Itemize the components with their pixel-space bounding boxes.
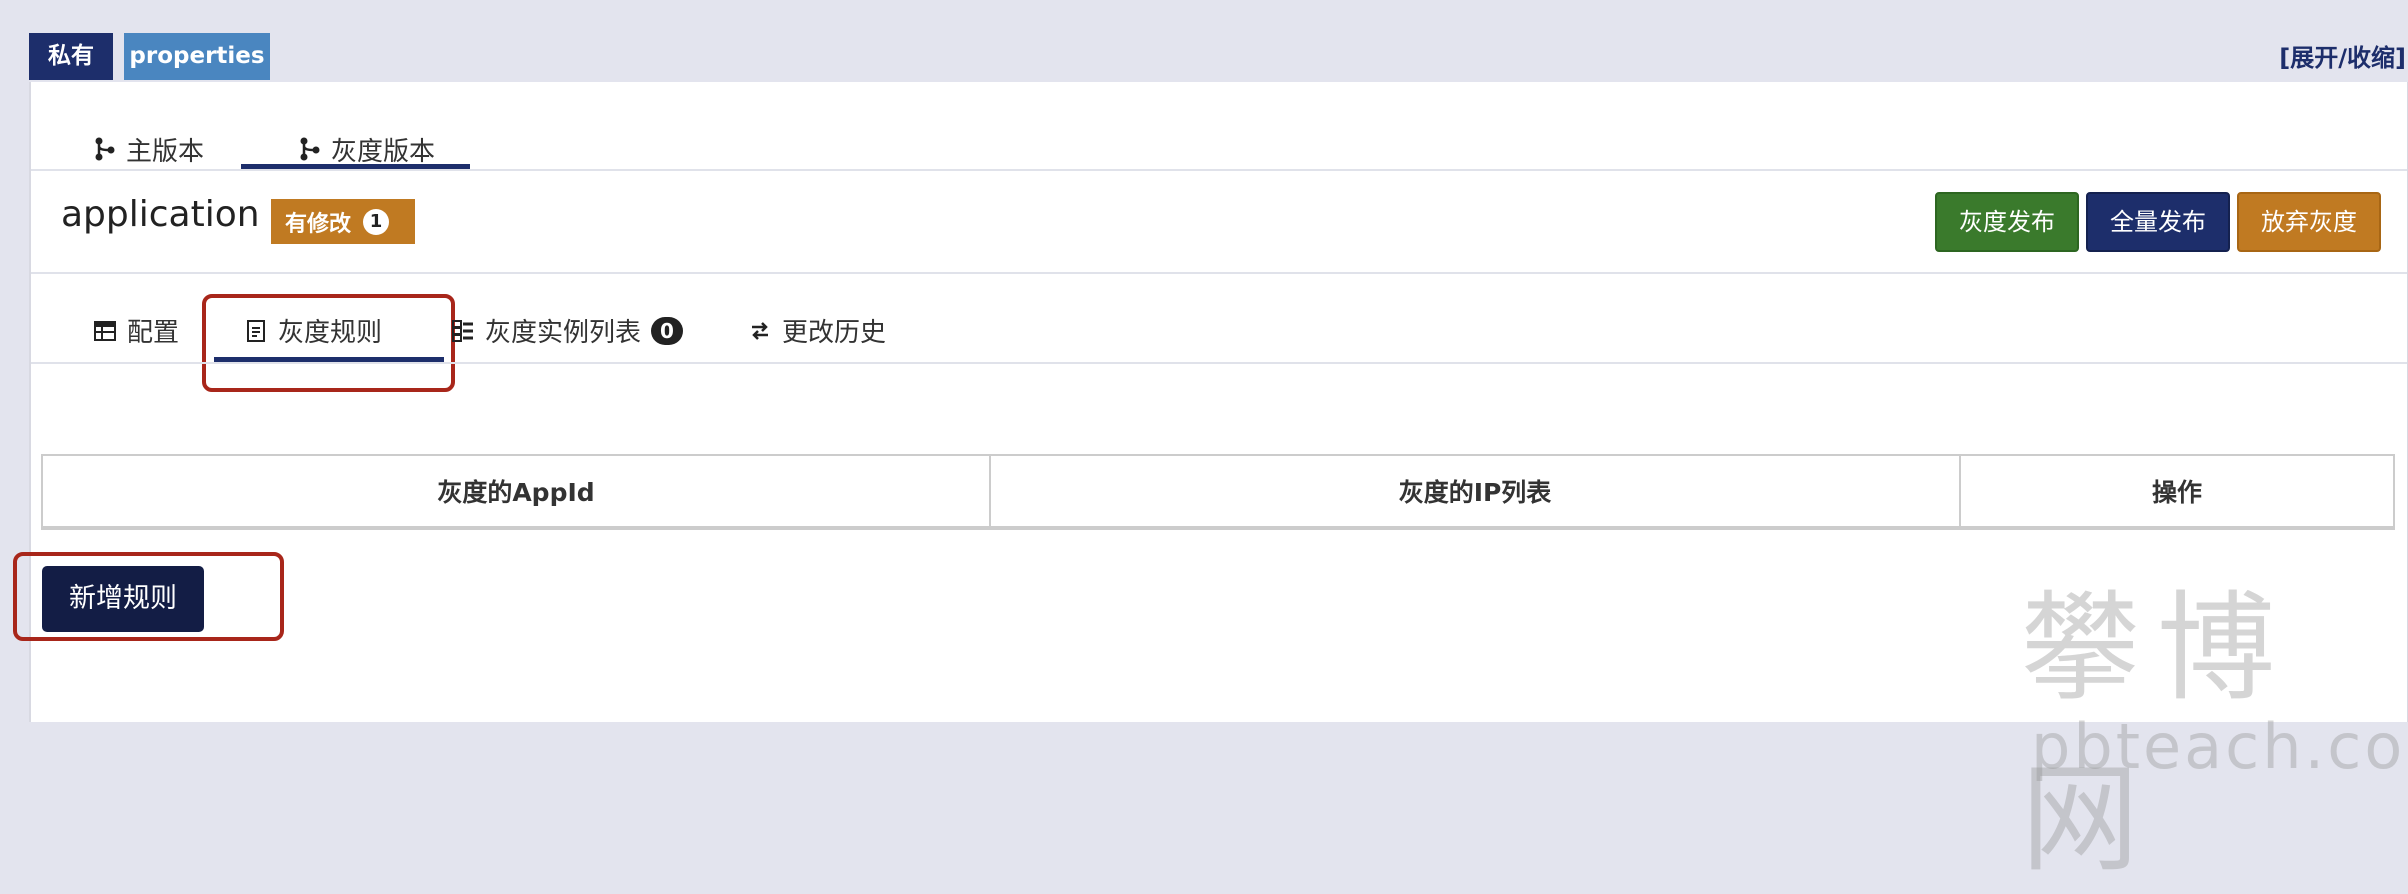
tab-main-version[interactable]: 主版本: [94, 126, 204, 172]
abandon-gray-button[interactable]: 放弃灰度: [2237, 192, 2381, 252]
divider: [31, 169, 2407, 171]
full-release-button[interactable]: 全量发布: [2086, 192, 2230, 252]
watermark-en: pbteach.com: [2031, 710, 2408, 783]
divider: [31, 362, 2407, 364]
expand-collapse-link[interactable]: [展开/收缩]: [2279, 38, 2406, 73]
tab-gray-instances-label: 灰度实例列表: [485, 318, 642, 348]
private-tag: 私有: [29, 33, 113, 80]
button-highlight-box: [13, 552, 284, 641]
modified-badge: 有修改 1: [271, 199, 415, 244]
tab-config-label: 配置: [127, 318, 180, 348]
tab-highlight-box: [202, 294, 455, 392]
divider: [31, 272, 2407, 274]
branch-icon: [94, 136, 116, 162]
instance-count-badge: 0: [651, 316, 684, 345]
tab-history-label: 更改历史: [782, 318, 887, 348]
list-icon: [451, 319, 475, 343]
swap-icon: [748, 319, 772, 343]
tab-main-version-label: 主版本: [126, 136, 205, 167]
namespace-name: application: [61, 194, 260, 235]
column-header-actions: 操作: [1959, 454, 2395, 530]
gray-rules-table: 灰度的AppId 灰度的IP列表 操作: [41, 454, 2395, 530]
tab-config[interactable]: 配置: [93, 312, 179, 349]
tab-history[interactable]: 更改历史: [748, 312, 886, 349]
modified-count: 1: [363, 208, 390, 235]
table-header-row: 灰度的AppId 灰度的IP列表 操作: [41, 454, 2395, 530]
tab-gray-version-label: 灰度版本: [331, 136, 436, 167]
tab-gray-instances[interactable]: 灰度实例列表 0: [451, 312, 684, 349]
table-icon: [93, 319, 117, 343]
namespace-panel: 主版本 灰度版本 application 有修改 1 灰度发布 全量发布 放弃灰…: [13, 82, 2408, 888]
branch-icon: [299, 136, 321, 162]
gray-release-button[interactable]: 灰度发布: [1935, 192, 2079, 252]
modified-label: 有修改: [285, 211, 352, 237]
column-header-appid: 灰度的AppId: [41, 454, 991, 530]
format-tag: properties: [124, 33, 270, 80]
column-header-ip-list: 灰度的IP列表: [989, 454, 1961, 530]
